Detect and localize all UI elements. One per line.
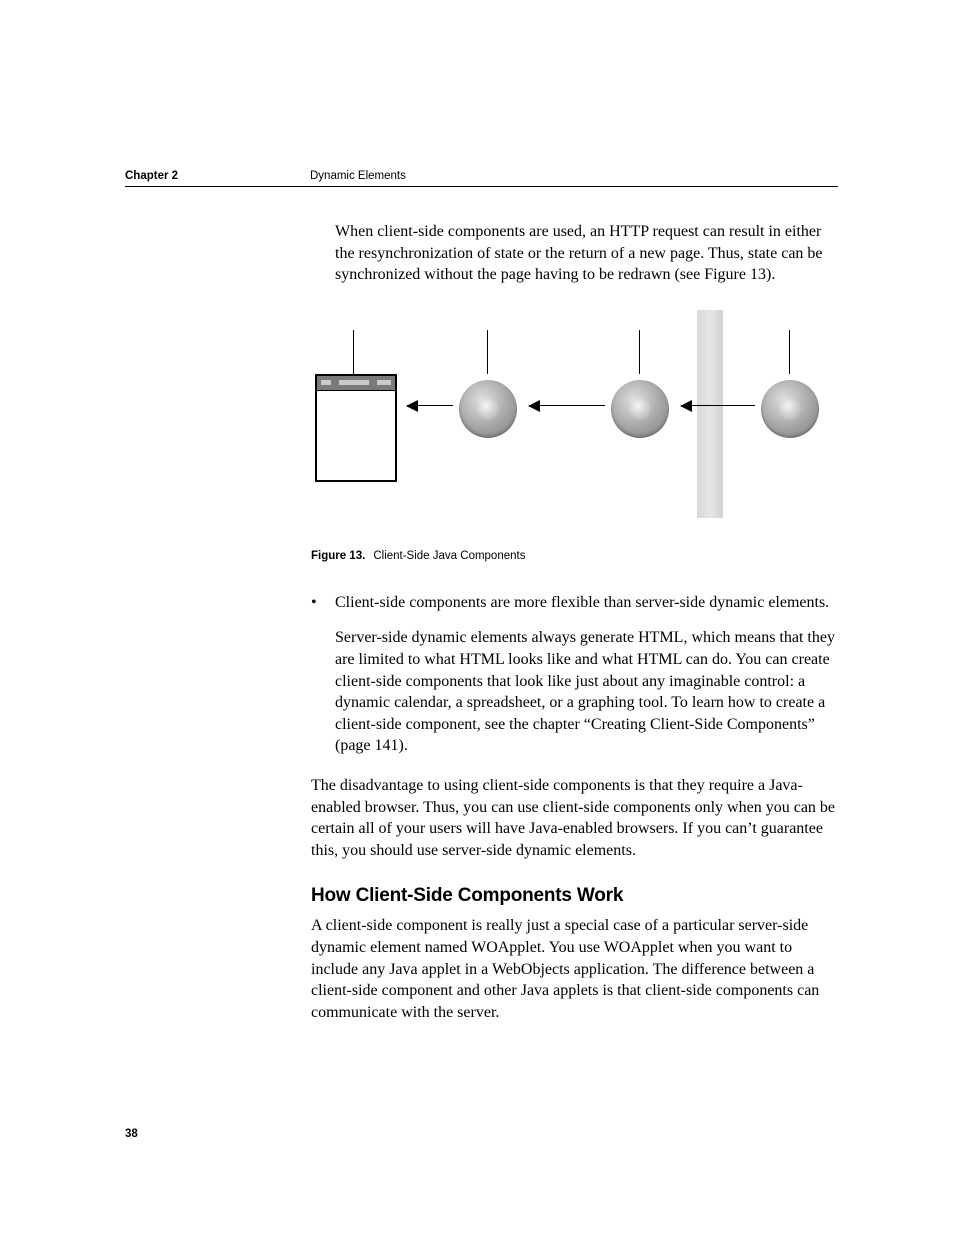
- callout-line: [487, 330, 488, 374]
- bullet-text: Client-side components are more flexible…: [335, 592, 838, 614]
- bullet-detail-paragraph: Server-side dynamic elements always gene…: [335, 627, 838, 757]
- component-disc-icon: [761, 380, 819, 438]
- chapter-label: Chapter 2: [125, 170, 310, 182]
- browser-window-icon: [315, 374, 397, 482]
- arrow-left-icon: [681, 405, 755, 406]
- bullet-dot-icon: •: [311, 592, 335, 614]
- figure-label: Figure 13.: [311, 550, 365, 562]
- callout-line: [789, 330, 790, 374]
- chapter-title: Dynamic Elements: [310, 170, 406, 182]
- figure-13-diagram: [311, 310, 838, 520]
- bullet-item: • Client-side components are more flexib…: [311, 592, 838, 614]
- figure-caption-text: Client-Side Java Components: [373, 550, 525, 562]
- component-disc-icon: [459, 380, 517, 438]
- component-disc-icon: [611, 380, 669, 438]
- arrow-left-icon: [407, 405, 453, 406]
- page-header: Chapter 2 Dynamic Elements: [125, 170, 838, 187]
- callout-line: [639, 330, 640, 374]
- disadvantage-paragraph: The disadvantage to using client-side co…: [311, 775, 838, 861]
- arrow-left-icon: [529, 405, 605, 406]
- figure-caption: Figure 13. Client-Side Java Components: [311, 550, 838, 562]
- how-it-works-paragraph: A client-side component is really just a…: [311, 915, 838, 1023]
- section-heading: How Client-Side Components Work: [311, 885, 838, 907]
- intro-paragraph: When client-side components are used, an…: [335, 221, 838, 286]
- page-number: 38: [125, 1128, 138, 1140]
- callout-line: [353, 330, 354, 374]
- wall-divider: [697, 310, 723, 518]
